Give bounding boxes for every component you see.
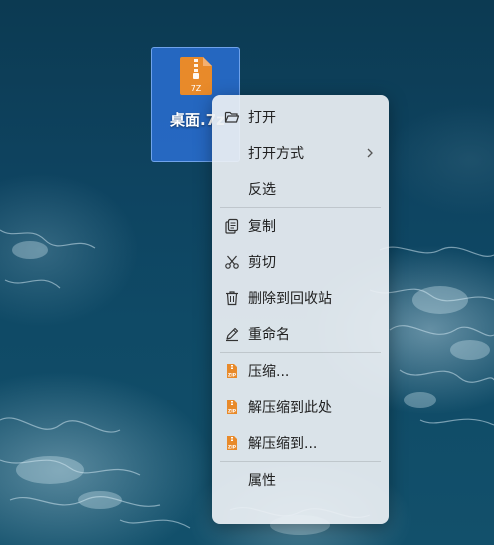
menu-item-label: 打开方式 — [248, 146, 304, 162]
menu-item-label: 压缩... — [248, 364, 290, 380]
svg-text:ZIP: ZIP — [228, 409, 237, 415]
menu-item-copy[interactable]: 复制 — [212, 208, 389, 244]
menu-item-properties[interactable]: 属性 — [212, 462, 389, 498]
scissors-icon — [225, 255, 239, 269]
menu-item-rename[interactable]: 重命名 — [212, 316, 389, 352]
menu-item-open[interactable]: 打开 — [212, 99, 389, 135]
menu-item-extract-to[interactable]: ZIP 解压缩到... — [212, 425, 389, 461]
file-badge: 7Z — [191, 84, 202, 93]
zip-archive-icon: ZIP — [227, 436, 237, 451]
archive-file-icon: 7Z — [180, 57, 212, 95]
menu-item-label: 删除到回收站 — [248, 291, 332, 307]
trash-icon — [226, 291, 238, 306]
context-menu: 打开 打开方式 反选 复制 剪切 删除到回收站 重命名 ZIP 压缩... ZI… — [212, 95, 389, 524]
zip-archive-icon: ZIP — [227, 400, 237, 415]
menu-item-label: 解压缩到... — [248, 436, 318, 452]
folder-open-icon — [224, 111, 240, 123]
menu-item-label: 复制 — [248, 219, 276, 235]
zip-archive-icon: ZIP — [227, 364, 237, 379]
menu-item-label: 打开 — [248, 110, 276, 126]
menu-item-cut[interactable]: 剪切 — [212, 244, 389, 280]
menu-item-label: 反选 — [248, 182, 276, 198]
menu-item-extract-here[interactable]: ZIP 解压缩到此处 — [212, 389, 389, 425]
menu-item-compress[interactable]: ZIP 压缩... — [212, 353, 389, 389]
menu-item-label: 属性 — [248, 473, 276, 489]
svg-text:ZIP: ZIP — [228, 445, 237, 451]
menu-item-invert-selection[interactable]: 反选 — [212, 171, 389, 207]
menu-item-label: 解压缩到此处 — [248, 400, 332, 416]
pencil-icon — [226, 327, 239, 342]
menu-item-label: 剪切 — [248, 255, 276, 271]
menu-item-label: 重命名 — [248, 327, 290, 343]
copy-icon — [225, 218, 239, 234]
svg-text:ZIP: ZIP — [228, 373, 237, 379]
menu-item-open-with[interactable]: 打开方式 — [212, 135, 389, 171]
menu-item-move-to-trash[interactable]: 删除到回收站 — [212, 280, 389, 316]
chevron-right-icon — [367, 148, 373, 158]
